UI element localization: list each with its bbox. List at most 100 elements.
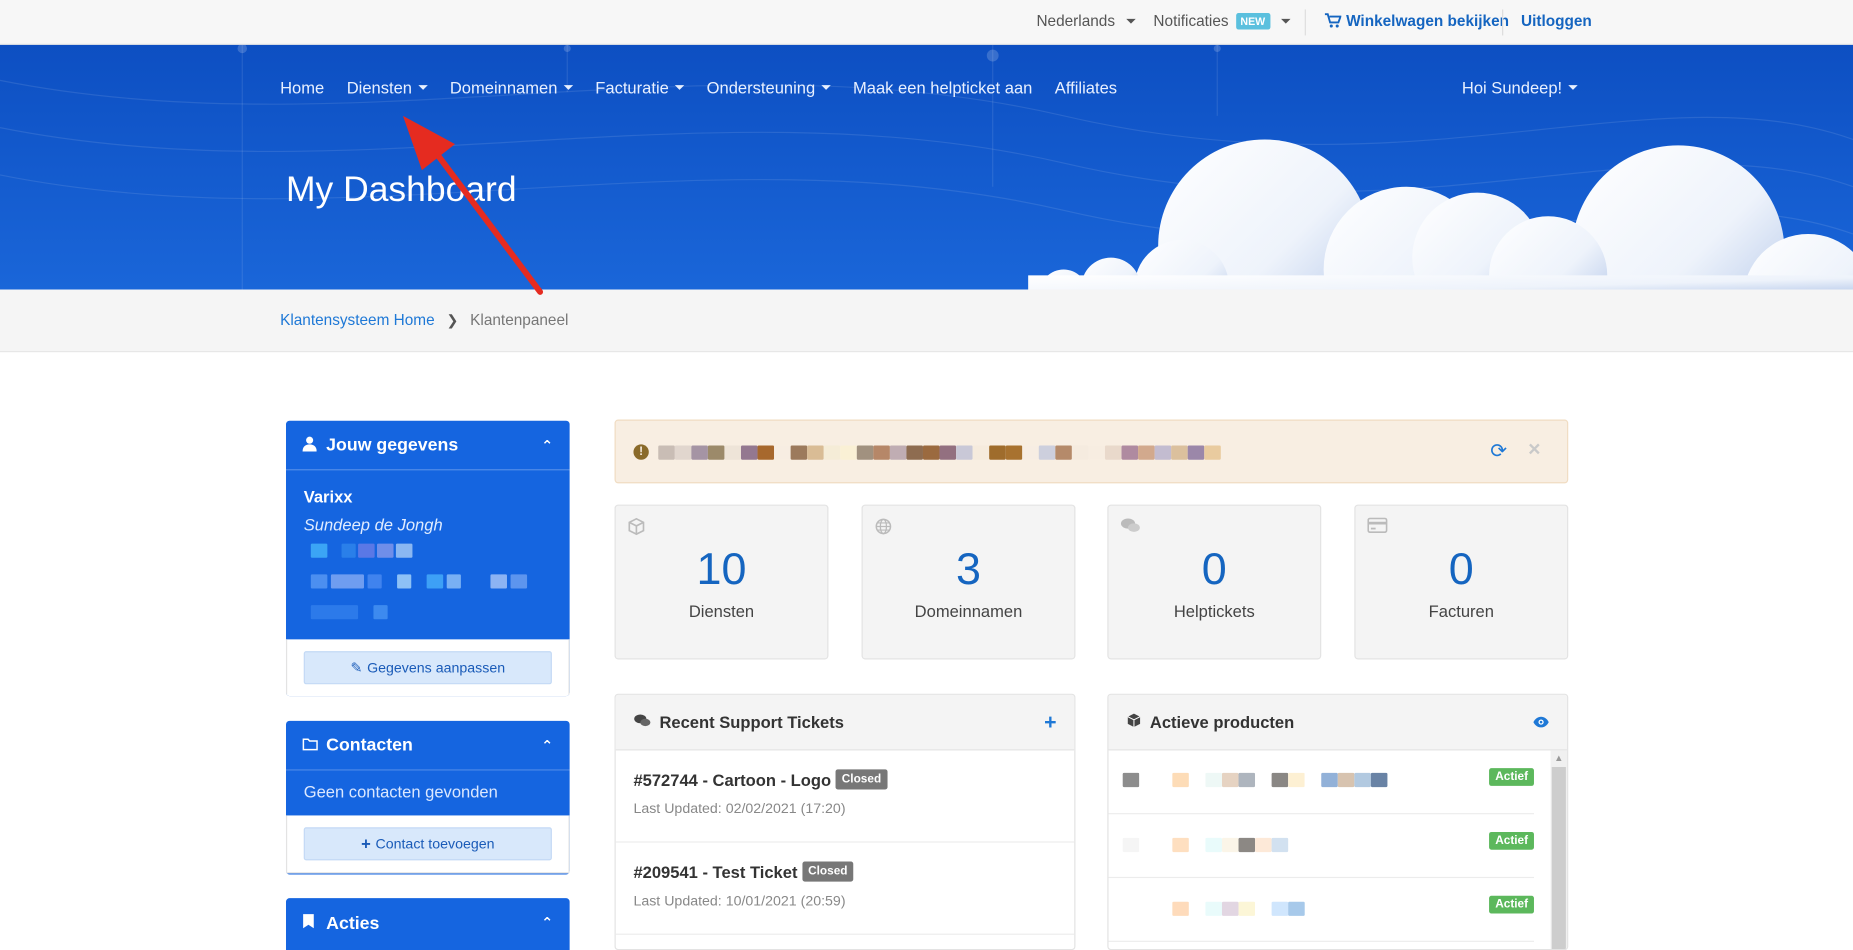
nav-domeinnamen[interactable]: Domeinnamen	[450, 78, 573, 97]
stat-tile-services[interactable]: 10 Diensten	[614, 504, 829, 660]
stat-value: 10	[696, 544, 747, 595]
chevron-down-icon	[1280, 18, 1291, 24]
redacted-notice-text	[658, 445, 1221, 460]
cloud-illustration	[1028, 139, 1853, 290]
products-scrollbar[interactable]: ▲	[1550, 750, 1568, 949]
contacts-panel-title: Contacten	[326, 735, 413, 756]
hero-banner: Home Diensten Domeinnamen Facturatie Ond…	[0, 44, 1853, 290]
cube-icon	[628, 517, 646, 539]
chevron-right-icon: ❯	[446, 311, 459, 328]
stat-label: Diensten	[688, 601, 755, 621]
active-products-header: Actieve producten	[1108, 694, 1568, 751]
notifications-dropdown[interactable]: Notificaties NEW	[1153, 12, 1291, 30]
redacted-notice-alert: ! ⟳ ×	[614, 419, 1569, 484]
product-row[interactable]: Actief	[1108, 878, 1534, 942]
redacted-product-name	[1122, 901, 1305, 916]
edit-profile-label: Gegevens aanpassen	[367, 659, 506, 676]
nav-home[interactable]: Home	[280, 78, 324, 97]
stat-value: 0	[1201, 544, 1227, 595]
eye-icon[interactable]	[1533, 713, 1550, 732]
ticket-row[interactable]: #572744 - Cartoon - Logo Closed Last Upda…	[615, 750, 1075, 843]
nav-diensten[interactable]: Diensten	[347, 78, 428, 97]
logout-link[interactable]: Uitloggen	[1521, 12, 1592, 30]
cart-label: Winkelwagen bekijken	[1346, 11, 1510, 30]
nav-diensten-label: Diensten	[346, 77, 413, 97]
main-nav: Home Diensten Domeinnamen Facturatie Ond…	[280, 78, 1139, 97]
status-badge: Closed	[802, 861, 854, 882]
chevron-down-icon	[1125, 18, 1136, 24]
stat-label: Helptickets	[1173, 601, 1255, 621]
status-badge: Actief	[1489, 831, 1534, 850]
view-cart-link[interactable]: Winkelwagen bekijken	[1324, 11, 1510, 30]
cart-icon	[1324, 13, 1342, 28]
stat-tile-tickets[interactable]: 0 Helptickets	[1107, 504, 1322, 660]
stat-tile-domains[interactable]: 3 Domeinnamen	[861, 504, 1076, 660]
nav-open-ticket[interactable]: Maak een helpticket aan	[853, 78, 1032, 97]
chevron-down-icon	[417, 85, 428, 90]
nav-affiliates-label: Affiliates	[1054, 77, 1118, 97]
breadcrumb-current: Klantenpaneel	[470, 310, 569, 329]
scroll-up-icon[interactable]: ▲	[1554, 753, 1563, 764]
nav-home-label: Home	[280, 77, 325, 97]
credit-card-icon	[1367, 517, 1388, 537]
nav-ondersteuning[interactable]: Ondersteuning	[707, 78, 831, 97]
company-name: Varixx	[303, 486, 353, 506]
edit-profile-button[interactable]: ✎ Gegevens aanpassen	[303, 651, 552, 685]
plus-icon: +	[361, 834, 371, 854]
close-icon[interactable]: ×	[1528, 437, 1540, 462]
pencil-icon: ✎	[350, 659, 363, 676]
language-selector[interactable]: Nederlands	[1036, 11, 1136, 30]
stat-tile-invoices[interactable]: 0 Facturen	[1354, 504, 1569, 660]
account-greeting: Hoi Sundeep!	[1461, 77, 1563, 97]
actions-panel-title: Acties	[326, 912, 380, 934]
status-badge: Closed	[835, 769, 888, 790]
ticket-updated: Last Updated: 02/02/2021 (17:20)	[633, 800, 846, 817]
divider	[1304, 9, 1306, 36]
comments-icon	[633, 713, 651, 731]
status-badge: Actief	[1489, 768, 1534, 786]
nav-facturatie[interactable]: Facturatie	[595, 78, 685, 97]
profile-details: Varixx Sundeep de Jongh	[286, 470, 570, 639]
profile-panel-header[interactable]: Jouw gegevens ⌃	[285, 421, 570, 471]
stat-label: Facturen	[1428, 601, 1494, 621]
product-row[interactable]: Actief	[1108, 814, 1534, 879]
nav-affiliates[interactable]: Affiliates	[1055, 78, 1117, 97]
actions-panel: Acties ⌃	[285, 898, 570, 950]
scrollbar-thumb[interactable]	[1551, 766, 1566, 949]
redacted-product-name	[1122, 837, 1289, 853]
profile-panel-title: Jouw gegevens	[326, 434, 459, 455]
account-menu[interactable]: Hoi Sundeep!	[1462, 78, 1578, 97]
chevron-down-icon	[674, 85, 685, 90]
breadcrumb-home-link[interactable]: Klantensysteem Home	[280, 311, 435, 329]
plus-icon[interactable]: +	[1044, 710, 1056, 735]
ticket-row[interactable]: #209541 - Test Ticket Closed Last Updated…	[615, 843, 1075, 935]
language-label: Nederlands	[1036, 11, 1116, 30]
active-products-title: Actieve producten	[1149, 712, 1295, 732]
redacted-line	[304, 605, 552, 620]
divider	[1502, 9, 1504, 36]
page: Nederlands Notificaties NEW Winkelwagen …	[0, 0, 1853, 950]
globe-icon	[875, 518, 893, 539]
bookmark-icon	[303, 914, 320, 933]
redacted-line	[304, 543, 552, 558]
contacts-empty: Geen contacten gevonden	[303, 782, 498, 802]
stat-label: Domeinnamen	[914, 601, 1023, 621]
actions-panel-header[interactable]: Acties ⌃	[286, 898, 570, 948]
ticket-title: #572744 - Cartoon - Logo	[633, 769, 832, 789]
breadcrumb-bar: Klantensysteem Home ❯ Klantenpaneel	[0, 289, 1853, 353]
recent-tickets-header: Recent Support Tickets +	[615, 694, 1075, 751]
add-contact-button[interactable]: + Contact toevoegen	[303, 827, 552, 861]
breadcrumb: Klantensysteem Home ❯ Klantenpaneel	[280, 311, 568, 329]
contacts-panel-header[interactable]: Contacten ⌃	[285, 721, 570, 771]
cube-icon	[1126, 713, 1141, 732]
chevron-up-icon[interactable]: ⌃	[541, 737, 553, 754]
chevron-up-icon[interactable]: ⌃	[541, 437, 553, 454]
refresh-icon[interactable]: ⟳	[1490, 440, 1507, 464]
folder-icon	[302, 737, 320, 754]
chevron-up-icon[interactable]: ⌃	[541, 915, 553, 932]
ticket-title: #209541 - Test Ticket	[633, 862, 798, 882]
product-row[interactable]: Actief	[1108, 750, 1534, 815]
chevron-down-icon	[563, 85, 573, 90]
status-badge: Actief	[1489, 895, 1534, 914]
recent-tickets-title: Recent Support Tickets	[659, 712, 844, 732]
